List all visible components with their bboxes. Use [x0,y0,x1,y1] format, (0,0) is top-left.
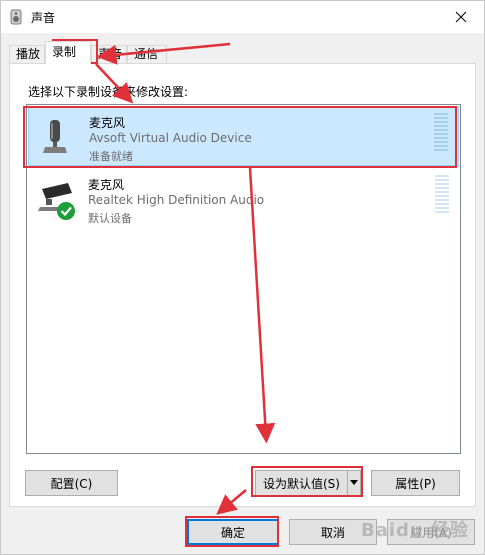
level-meter [435,175,449,217]
device-description: Avsoft Virtual Audio Device [89,131,252,145]
ok-button[interactable]: 确定 [187,519,279,545]
tab-recording[interactable]: 录制 [45,41,91,64]
device-status: 准备就绪 [89,150,133,163]
watermark: Baidu 经验 [361,520,470,541]
properties-button[interactable]: 属性(P) [371,470,460,496]
window-title: 声音 [31,11,56,25]
title-bar: 声音 [1,1,484,33]
microphone-icon [43,120,67,153]
device-list[interactable]: 麦克风 Avsoft Virtual Audio Device 准备就绪 麦克风… [26,104,461,454]
device-status: 默认设备 [88,212,132,225]
recording-panel: 选择以下录制设备来修改设置: 麦克风 Avsoft Virtual Audio … [9,63,476,507]
device-item-realtek-mic[interactable]: 麦克风 Realtek High Definition Audio 默认设备 [28,169,459,229]
level-meter [434,113,448,155]
device-item-avsoft-mic[interactable]: 麦克风 Avsoft Virtual Audio Device 准备就绪 [28,106,459,166]
default-check-icon [57,202,75,220]
instruction-text: 选择以下录制设备来修改设置: [28,85,189,99]
close-button[interactable] [438,1,484,33]
configure-button[interactable]: 配置(C) [25,470,118,496]
set-default-button[interactable]: 设为默认值(S) [255,470,347,496]
webcam-microphone-icon [38,183,75,220]
device-name: 麦克风 [89,116,126,130]
device-description: Realtek High Definition Audio [88,193,265,207]
close-icon [455,11,467,23]
sound-dialog: 声音 播放 录制 声音 通信 选择以下录制设备来修改设置: 麦克风 Avsoft [0,0,485,555]
tab-playback[interactable]: 播放 [9,45,45,63]
speaker-icon [10,9,22,25]
tab-sounds[interactable]: 声音 [91,45,127,63]
device-name: 麦克风 [88,178,125,192]
tab-communications[interactable]: 通信 [127,45,167,63]
chevron-down-icon [350,480,358,485]
set-default-dropdown[interactable] [347,470,361,496]
